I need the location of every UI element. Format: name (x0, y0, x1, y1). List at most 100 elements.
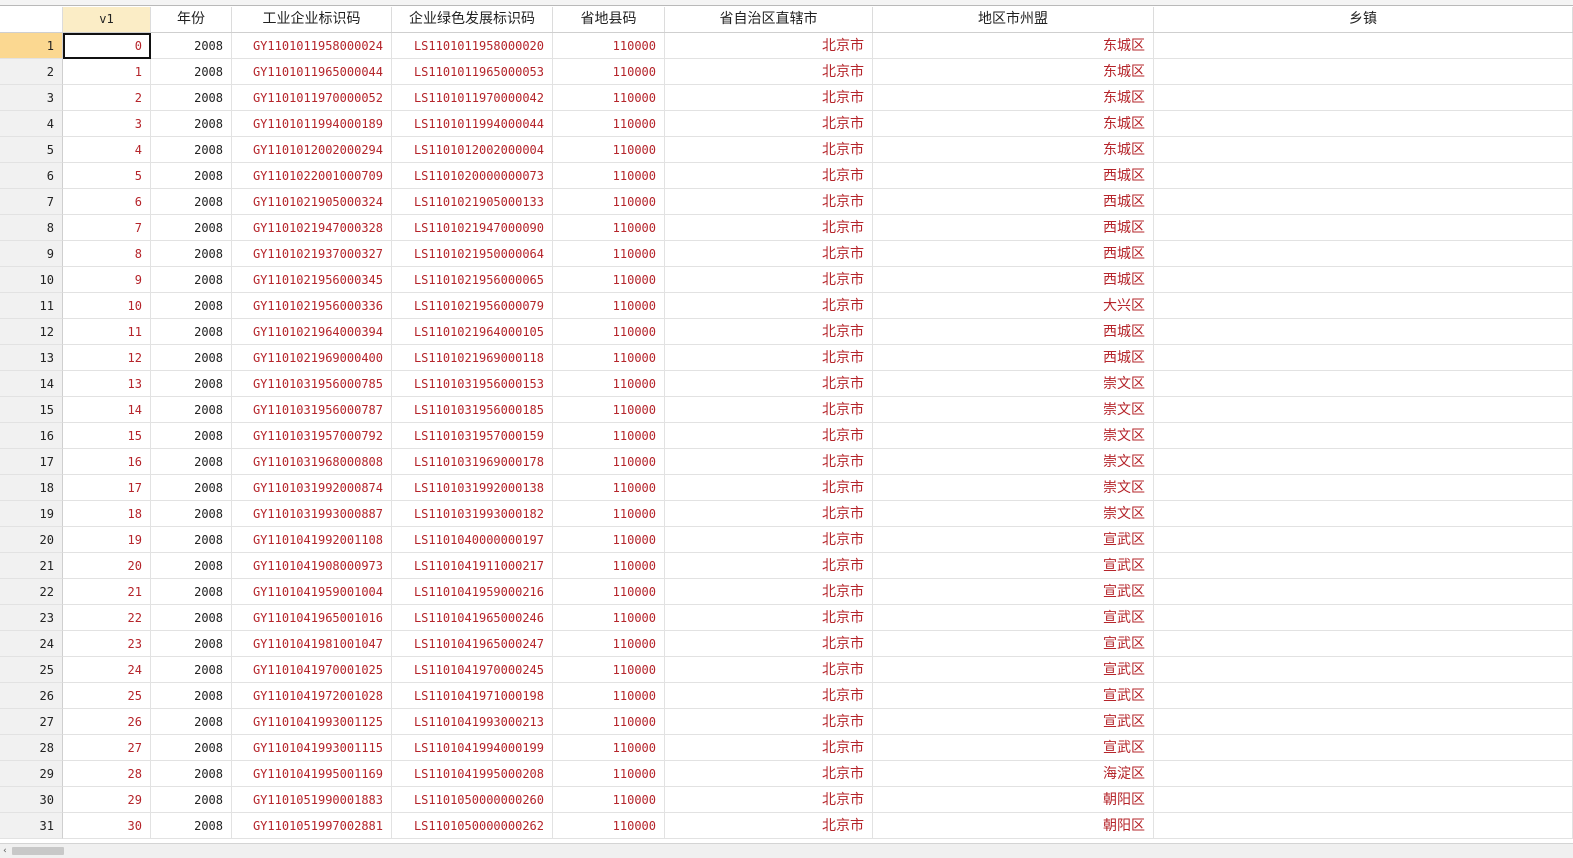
cell-town[interactable] (1154, 475, 1573, 501)
cell-green-id[interactable]: LS1101041993000213 (392, 709, 553, 735)
row-number[interactable]: 25 (0, 657, 63, 683)
cell-province[interactable]: 北京市 (665, 397, 873, 423)
cell-v1[interactable]: 24 (63, 657, 151, 683)
cell-year[interactable]: 2008 (151, 293, 232, 319)
cell-town[interactable] (1154, 683, 1573, 709)
cell-v1[interactable]: 12 (63, 345, 151, 371)
cell-green-id[interactable]: LS1101041995000208 (392, 761, 553, 787)
cell-region-code[interactable]: 110000 (553, 735, 665, 761)
cell-province[interactable]: 北京市 (665, 319, 873, 345)
row-number[interactable]: 9 (0, 241, 63, 267)
row-number[interactable]: 31 (0, 813, 63, 839)
row-header-corner[interactable] (0, 7, 63, 32)
cell-district[interactable]: 崇文区 (873, 397, 1154, 423)
cell-province[interactable]: 北京市 (665, 85, 873, 111)
row-number[interactable]: 18 (0, 475, 63, 501)
cell-town[interactable] (1154, 761, 1573, 787)
cell-green-id[interactable]: LS1101041970000245 (392, 657, 553, 683)
cell-year[interactable]: 2008 (151, 163, 232, 189)
cell-district[interactable]: 西城区 (873, 189, 1154, 215)
cell-town[interactable] (1154, 579, 1573, 605)
cell-green-id[interactable]: LS1101031956000153 (392, 371, 553, 397)
cell-v1[interactable]: 8 (63, 241, 151, 267)
cell-green-id[interactable]: LS1101041911000217 (392, 553, 553, 579)
cell-year[interactable]: 2008 (151, 111, 232, 137)
cell-district[interactable]: 西城区 (873, 319, 1154, 345)
cell-province[interactable]: 北京市 (665, 553, 873, 579)
row-number[interactable]: 7 (0, 189, 63, 215)
cell-v1[interactable]: 4 (63, 137, 151, 163)
cell-town[interactable] (1154, 345, 1573, 371)
cell-industrial-id[interactable]: GY1101041995001169 (232, 761, 392, 787)
cell-district[interactable]: 宣武区 (873, 579, 1154, 605)
cell-v1[interactable]: 23 (63, 631, 151, 657)
cell-green-id[interactable]: LS1101021950000064 (392, 241, 553, 267)
cell-v1[interactable]: 30 (63, 813, 151, 839)
cell-district[interactable]: 东城区 (873, 59, 1154, 85)
cell-industrial-id[interactable]: GY1101041981001047 (232, 631, 392, 657)
cell-green-id[interactable]: LS1101012002000004 (392, 137, 553, 163)
cell-year[interactable]: 2008 (151, 59, 232, 85)
cell-year[interactable]: 2008 (151, 709, 232, 735)
cell-year[interactable]: 2008 (151, 345, 232, 371)
cell-industrial-id[interactable]: GY1101021956000345 (232, 267, 392, 293)
cell-year[interactable]: 2008 (151, 735, 232, 761)
cell-town[interactable] (1154, 111, 1573, 137)
row-number[interactable]: 4 (0, 111, 63, 137)
cell-region-code[interactable]: 110000 (553, 345, 665, 371)
cell-industrial-id[interactable]: GY1101041970001025 (232, 657, 392, 683)
cell-region-code[interactable]: 110000 (553, 553, 665, 579)
cell-green-id[interactable]: LS1101011970000042 (392, 85, 553, 111)
cell-province[interactable]: 北京市 (665, 423, 873, 449)
cell-district[interactable]: 宣武区 (873, 605, 1154, 631)
cell-green-id[interactable]: LS1101021956000079 (392, 293, 553, 319)
cell-green-id[interactable]: LS1101031957000159 (392, 423, 553, 449)
cell-v1[interactable]: 0 (63, 33, 151, 59)
cell-green-id[interactable]: LS1101021969000118 (392, 345, 553, 371)
cell-year[interactable]: 2008 (151, 241, 232, 267)
cell-year[interactable]: 2008 (151, 553, 232, 579)
cell-region-code[interactable]: 110000 (553, 189, 665, 215)
cell-year[interactable]: 2008 (151, 605, 232, 631)
cell-region-code[interactable]: 110000 (553, 423, 665, 449)
cell-year[interactable]: 2008 (151, 189, 232, 215)
cell-town[interactable] (1154, 241, 1573, 267)
cell-v1[interactable]: 1 (63, 59, 151, 85)
cell-region-code[interactable]: 110000 (553, 267, 665, 293)
cell-v1[interactable]: 15 (63, 423, 151, 449)
cell-region-code[interactable]: 110000 (553, 111, 665, 137)
row-number[interactable]: 28 (0, 735, 63, 761)
cell-region-code[interactable]: 110000 (553, 163, 665, 189)
cell-province[interactable]: 北京市 (665, 267, 873, 293)
cell-province[interactable]: 北京市 (665, 813, 873, 839)
column-header-year[interactable]: 年份 (151, 7, 232, 32)
row-number[interactable]: 6 (0, 163, 63, 189)
cell-green-id[interactable]: LS1101020000000073 (392, 163, 553, 189)
cell-industrial-id[interactable]: GY1101041965001016 (232, 605, 392, 631)
cell-region-code[interactable]: 110000 (553, 59, 665, 85)
cell-industrial-id[interactable]: GY1101041959001004 (232, 579, 392, 605)
cell-year[interactable]: 2008 (151, 319, 232, 345)
cell-town[interactable] (1154, 709, 1573, 735)
cell-town[interactable] (1154, 137, 1573, 163)
cell-district[interactable]: 崇文区 (873, 449, 1154, 475)
row-number[interactable]: 1 (0, 33, 63, 59)
cell-year[interactable]: 2008 (151, 761, 232, 787)
row-number[interactable]: 15 (0, 397, 63, 423)
chevron-left-icon[interactable]: ‹ (0, 844, 10, 858)
cell-province[interactable]: 北京市 (665, 475, 873, 501)
row-number[interactable]: 5 (0, 137, 63, 163)
cell-district[interactable]: 西城区 (873, 345, 1154, 371)
cell-industrial-id[interactable]: GY1101011970000052 (232, 85, 392, 111)
cell-district[interactable]: 东城区 (873, 33, 1154, 59)
cell-industrial-id[interactable]: GY1101031957000792 (232, 423, 392, 449)
row-number[interactable]: 16 (0, 423, 63, 449)
cell-province[interactable]: 北京市 (665, 657, 873, 683)
cell-province[interactable]: 北京市 (665, 59, 873, 85)
cell-town[interactable] (1154, 631, 1573, 657)
cell-region-code[interactable]: 110000 (553, 813, 665, 839)
row-number[interactable]: 30 (0, 787, 63, 813)
cell-region-code[interactable]: 110000 (553, 605, 665, 631)
cell-province[interactable]: 北京市 (665, 579, 873, 605)
cell-industrial-id[interactable]: GY1101031993000887 (232, 501, 392, 527)
